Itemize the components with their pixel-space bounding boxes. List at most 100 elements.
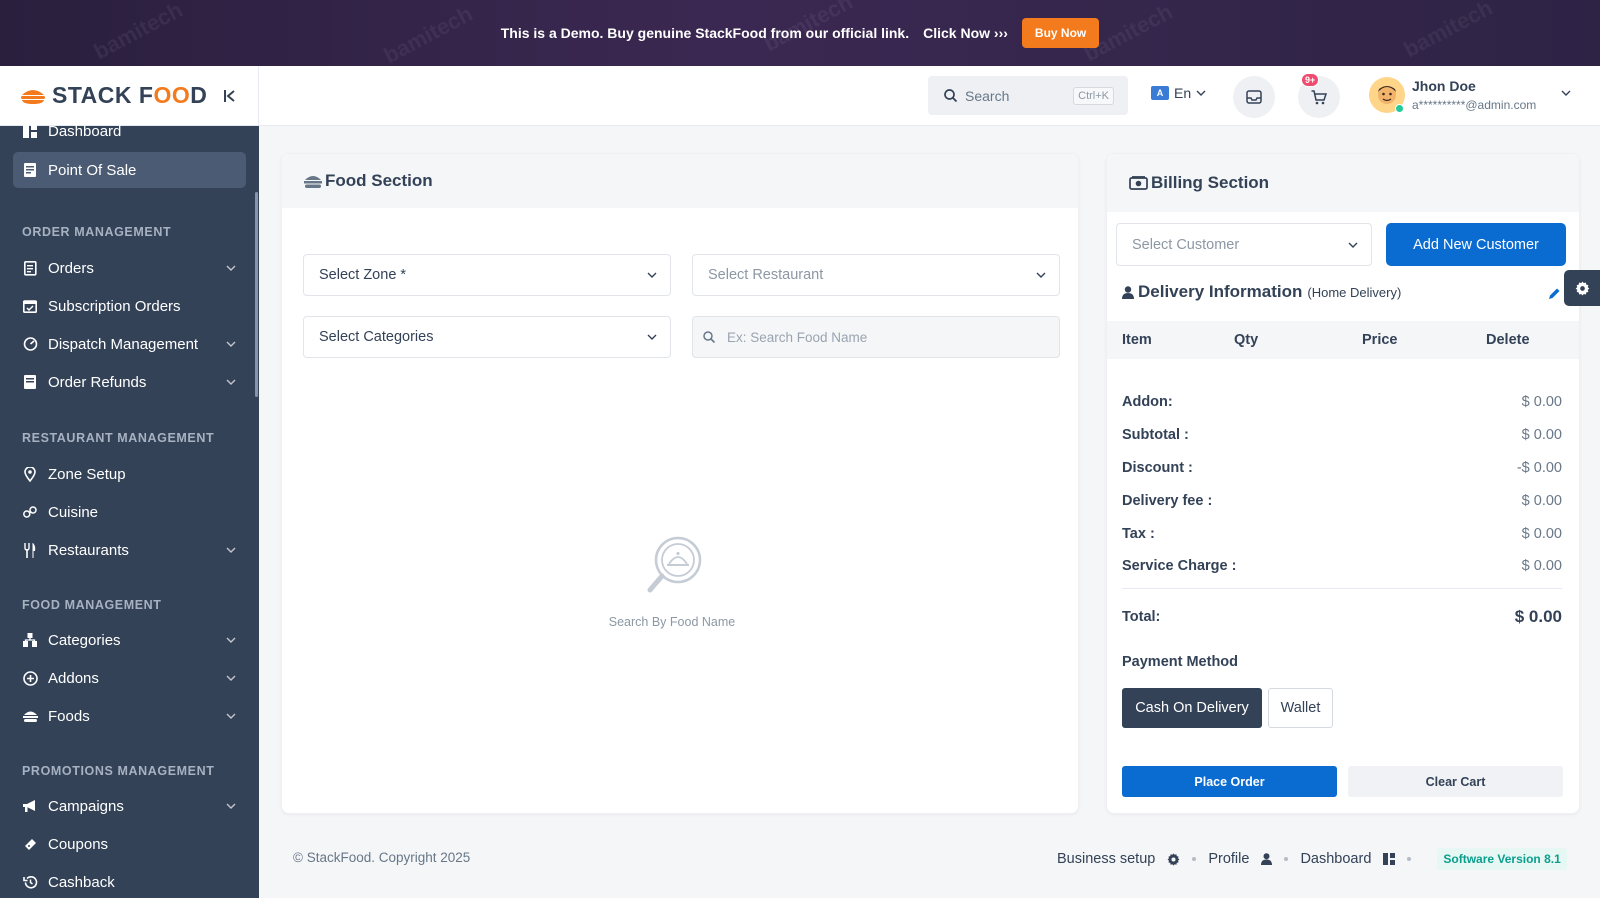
- heading-restaurant-management: RESTAURANT MANAGEMENT: [22, 431, 215, 445]
- categories-select[interactable]: Select Categories: [303, 316, 671, 358]
- categories-icon: [22, 632, 38, 648]
- sidebar-item-orders[interactable]: Orders: [13, 250, 246, 286]
- column-delete: Delete: [1486, 332, 1530, 348]
- summary-row-subtotal: Subtotal : $ 0.00: [1122, 427, 1562, 443]
- sidebar-item-restaurants[interactable]: Restaurants: [13, 532, 246, 568]
- collapse-sidebar-icon[interactable]: [224, 89, 236, 103]
- chevron-down-icon: [226, 803, 236, 809]
- brand-logo[interactable]: STACK FOOD: [52, 82, 207, 109]
- summary-row-tax: Tax : $ 0.00: [1122, 526, 1562, 542]
- footer-separator: [1407, 857, 1412, 861]
- message-icon: [1246, 90, 1262, 104]
- online-status-dot: [1395, 104, 1404, 113]
- chevron-down-icon: [1036, 272, 1046, 278]
- business-setup-link[interactable]: Business setup: [1057, 851, 1155, 867]
- food-section-card: Food Section Select Zone * Select Restau…: [281, 153, 1079, 814]
- demo-banner: bamitech bamitech bamitech bamitech bami…: [0, 0, 1600, 66]
- food-search-input[interactable]: Ex: Search Food Name: [692, 316, 1060, 358]
- pos-icon: [22, 162, 38, 178]
- search-shortcut: Ctrl+K: [1073, 86, 1114, 105]
- cart-icon: [1311, 89, 1327, 105]
- burger-logo-icon: [20, 87, 46, 105]
- edit-pencil-icon[interactable]: [1548, 287, 1561, 300]
- summary-divider: [1122, 588, 1562, 589]
- column-qty: Qty: [1234, 332, 1259, 348]
- user-menu-chevron-icon[interactable]: [1561, 90, 1571, 96]
- settings-floating-button[interactable]: [1564, 270, 1600, 306]
- gear-icon[interactable]: [1167, 852, 1180, 866]
- add-new-customer-button[interactable]: Add New Customer: [1386, 223, 1566, 266]
- history-icon: [22, 874, 38, 890]
- global-search-input[interactable]: Search Ctrl+K: [928, 76, 1128, 115]
- sidebar-item-cashback[interactable]: Cashback: [13, 864, 246, 898]
- chevron-down-icon: [226, 713, 236, 719]
- refund-icon: [22, 374, 38, 390]
- fork-knife-icon: [22, 542, 38, 558]
- user-icon: [1122, 285, 1134, 299]
- clear-cart-button[interactable]: Clear Cart: [1348, 766, 1563, 797]
- sidebar-item-cuisine[interactable]: Cuisine: [13, 494, 246, 530]
- messages-button[interactable]: [1233, 76, 1275, 118]
- heading-promotions-management: PROMOTIONS MANAGEMENT: [22, 764, 215, 778]
- copyright-text: © StackFood. Copyright 2025: [293, 850, 471, 865]
- sidebar-item-foods[interactable]: Foods: [13, 698, 246, 734]
- summary-row-discount: Discount : -$ 0.00: [1122, 460, 1562, 476]
- sidebar-item-zone-setup[interactable]: Zone Setup: [13, 456, 246, 492]
- empty-state: Search By Food Name: [597, 534, 747, 629]
- place-order-button[interactable]: Place Order: [1122, 766, 1337, 797]
- search-food-illustration-icon: [640, 534, 704, 598]
- chevron-down-icon: [226, 675, 236, 681]
- burger-icon: [22, 708, 38, 724]
- banner-text: This is a Demo. Buy genuine StackFood fr…: [500, 25, 910, 41]
- sidebar-item-order-refunds[interactable]: Order Refunds: [13, 364, 246, 400]
- profile-link[interactable]: Profile: [1208, 851, 1249, 867]
- chevron-down-icon: [1348, 242, 1358, 248]
- cart-badge: 9+: [1301, 73, 1320, 87]
- cash-on-delivery-option[interactable]: Cash On Delivery: [1122, 688, 1262, 728]
- buy-now-button[interactable]: Buy Now: [1021, 18, 1100, 48]
- payment-method-label: Payment Method: [1122, 654, 1239, 670]
- food-section-title: Food Section: [325, 171, 433, 190]
- customer-select[interactable]: Select Customer: [1116, 223, 1372, 266]
- footer-separator: [1192, 857, 1197, 861]
- sidebar-item-categories[interactable]: Categories: [13, 622, 246, 658]
- zone-select[interactable]: Select Zone *: [303, 254, 671, 296]
- column-item: Item: [1122, 332, 1152, 348]
- language-selector[interactable]: A En: [1151, 85, 1206, 101]
- chevron-down-icon: [226, 379, 236, 385]
- sidebar-item-coupons[interactable]: Coupons: [13, 826, 246, 862]
- user-icon[interactable]: [1261, 853, 1273, 865]
- user-name[interactable]: Jhon Doe: [1412, 78, 1476, 94]
- sidebar-item-dashboard[interactable]: Dashboard: [13, 113, 246, 149]
- wallet-option[interactable]: Wallet: [1268, 688, 1333, 728]
- sidebar: STACK FOOD Dashboard Point Of Sale ORDER…: [0, 66, 259, 898]
- dashboard-link[interactable]: Dashboard: [1300, 851, 1371, 867]
- sidebar-item-subscription-orders[interactable]: Subscription Orders: [13, 288, 246, 324]
- dashboard-icon[interactable]: [1383, 853, 1396, 865]
- chevron-down-icon: [647, 334, 657, 340]
- heading-order-management: ORDER MANAGEMENT: [22, 225, 172, 239]
- sidebar-scrollbar[interactable]: [255, 192, 258, 397]
- calendar-icon: [22, 298, 38, 314]
- burger-icon: [304, 174, 322, 189]
- banner-click-now[interactable]: Click Now ›››: [923, 25, 1008, 41]
- chevron-down-icon: [647, 272, 657, 278]
- chevron-down-icon: [1196, 90, 1206, 96]
- chevron-down-icon: [226, 637, 236, 643]
- restaurant-select[interactable]: Select Restaurant: [692, 254, 1060, 296]
- sidebar-item-addons[interactable]: Addons: [13, 660, 246, 696]
- delivery-information: Delivery Information (Home Delivery): [1122, 282, 1401, 302]
- footer-separator: [1284, 857, 1289, 861]
- heading-food-management: FOOD MANAGEMENT: [22, 598, 162, 612]
- billing-section-header: Billing Section: [1107, 154, 1579, 212]
- ticket-icon: [22, 836, 38, 852]
- software-version-badge: Software Version 8.1: [1437, 848, 1567, 870]
- sidebar-item-campaigns[interactable]: Campaigns: [13, 788, 246, 824]
- location-icon: [22, 466, 38, 482]
- chevron-down-icon: [226, 547, 236, 553]
- column-price: Price: [1362, 332, 1398, 348]
- sidebar-item-point-of-sale[interactable]: Point Of Sale: [13, 152, 246, 188]
- billing-section-title: Billing Section: [1151, 173, 1270, 192]
- sidebar-item-dispatch-management[interactable]: Dispatch Management: [13, 326, 246, 362]
- gear-icon: [1575, 280, 1590, 296]
